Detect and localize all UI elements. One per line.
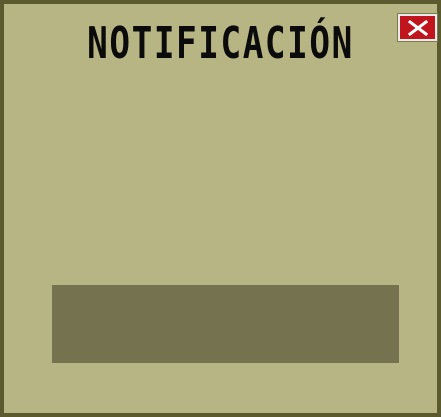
close-icon: [407, 19, 428, 36]
close-button[interactable]: [397, 13, 438, 42]
notification-dialog: NOTIFICACIÓN: [0, 0, 441, 417]
message-box: [52, 285, 399, 363]
dialog-title: NOTIFICACIÓN: [87, 18, 354, 69]
